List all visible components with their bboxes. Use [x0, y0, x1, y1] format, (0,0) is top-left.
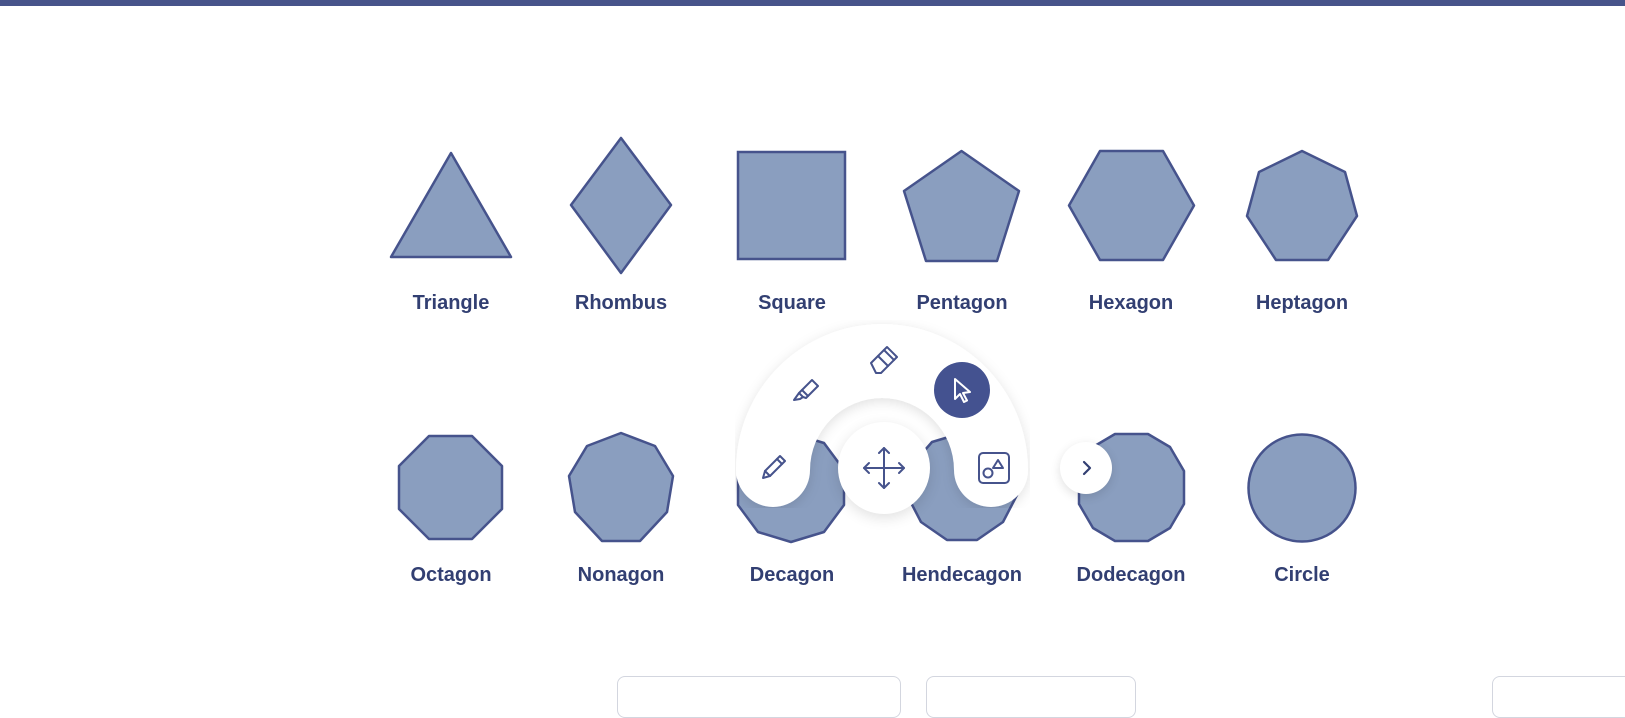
pencil-tool[interactable]: [752, 445, 796, 489]
shape-label-heptagon: Heptagon: [1255, 292, 1349, 314]
top-bar: [0, 0, 1625, 6]
shape-label-circle: Circle: [1274, 564, 1330, 586]
heptagon-shape[interactable]: [1245, 149, 1359, 262]
select-pointer-icon: [954, 378, 971, 403]
shape-label-triangle: Triangle: [412, 292, 490, 314]
shape-label-square: Square: [758, 292, 826, 314]
expand-menu-button[interactable]: [1060, 442, 1112, 494]
triangle-shape[interactable]: [389, 151, 513, 259]
bottom-control-2[interactable]: [926, 676, 1136, 718]
shape-label-decagon: Decagon: [749, 564, 835, 586]
eraser-icon: [870, 346, 898, 374]
shapes-tool[interactable]: [972, 446, 1016, 490]
octagon-shape[interactable]: [397, 434, 504, 541]
shape-label-rhombus: Rhombus: [574, 292, 668, 314]
select-pointer-tool[interactable]: [934, 362, 990, 418]
shape-label-hexagon: Hexagon: [1088, 292, 1174, 314]
chevron-right-icon: [1082, 460, 1092, 476]
shape-label-hendecagon: Hendecagon: [901, 564, 1023, 586]
shape-label-nonagon: Nonagon: [577, 564, 665, 586]
shape-label-pentagon: Pentagon: [916, 292, 1008, 314]
pentagon-shape[interactable]: [902, 149, 1021, 263]
bottom-control-3[interactable]: [1492, 676, 1625, 718]
highlighter-icon: [793, 379, 819, 401]
highlighter-tool[interactable]: [784, 368, 828, 412]
shape-label-octagon: Octagon: [410, 564, 492, 586]
pencil-icon: [762, 455, 786, 479]
nonagon-shape[interactable]: [565, 431, 677, 543]
move-button[interactable]: [838, 422, 930, 514]
move-icon: [863, 447, 905, 489]
rhombus-shape[interactable]: [569, 136, 673, 275]
shapes-icon: [978, 452, 1010, 484]
shape-label-dodecagon: Dodecagon: [1076, 564, 1186, 586]
hexagon-shape[interactable]: [1067, 149, 1196, 262]
circle-shape[interactable]: [1247, 433, 1357, 543]
bottom-control-1[interactable]: [617, 676, 901, 718]
square-shape[interactable]: [736, 150, 847, 261]
eraser-tool[interactable]: [862, 336, 906, 380]
